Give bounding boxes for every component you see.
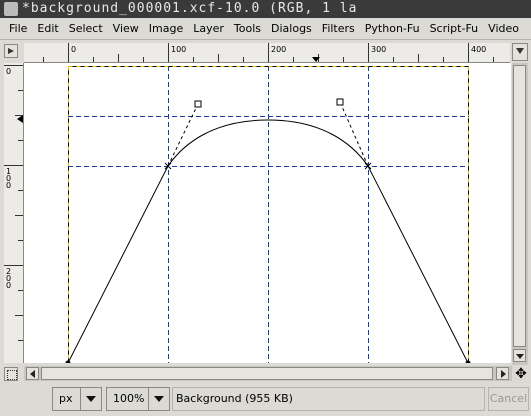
menu-image[interactable]: Image	[144, 19, 188, 39]
horizontal-scrollbar[interactable]	[24, 366, 512, 381]
scroll-down-arrow-icon[interactable]	[513, 349, 526, 362]
menu-video[interactable]: Video	[483, 19, 524, 39]
svg-text:0: 0	[6, 281, 11, 290]
vertical-ruler: 0 100 200	[4, 63, 24, 363]
menu-edit[interactable]: Edit	[32, 19, 63, 39]
hruler-label-100: 100	[171, 45, 186, 54]
hruler-label-200: 200	[271, 45, 286, 54]
unit-select[interactable]: px	[52, 387, 102, 411]
bezier-handle-right[interactable]	[336, 98, 344, 106]
hruler-label-0: 0	[71, 45, 76, 54]
canvas-drawing	[24, 63, 511, 363]
menubar: File Edit Select View Image Layer Tools …	[0, 19, 531, 40]
horizontal-ruler: 0 100 200 300 400	[24, 43, 510, 63]
statusbar: px 100% Background (955 KB) Cancel	[0, 385, 531, 416]
horizontal-scroll-thumb[interactable]	[41, 367, 493, 380]
image-menu-icon[interactable]	[512, 43, 528, 61]
vertical-scrollbar[interactable]	[512, 63, 528, 365]
scroll-left-arrow-icon[interactable]	[26, 367, 39, 380]
vruler-label-0: 0	[6, 67, 11, 76]
unit-value: px	[59, 392, 73, 405]
zoom-value: 100%	[113, 392, 145, 405]
menu-dialogs[interactable]: Dialogs	[266, 19, 317, 39]
cancel-button[interactable]: Cancel	[488, 387, 529, 411]
hruler-label-400: 400	[471, 45, 486, 54]
menu-python-fu[interactable]: Python-Fu	[360, 19, 425, 39]
menu-view[interactable]: View	[108, 19, 144, 39]
app-icon	[4, 2, 18, 16]
chevron-down-icon[interactable]	[80, 388, 101, 410]
vertical-ruler-scale: 0 100 200	[4, 65, 23, 341]
menu-tools[interactable]: Tools	[229, 19, 266, 39]
vpointer-marker	[17, 115, 23, 123]
svg-text:0: 0	[6, 181, 11, 190]
horizontal-ruler-scale: 0 100 200 300 400	[43, 43, 494, 62]
vertical-scroll-thumb[interactable]	[513, 65, 526, 347]
menu-script-fu[interactable]: Script-Fu	[425, 19, 484, 39]
navigation-icon[interactable]	[4, 44, 18, 58]
quick-mask-icon[interactable]	[4, 367, 18, 381]
chevron-down-icon[interactable]	[148, 388, 169, 410]
menu-select[interactable]: Select	[64, 19, 108, 39]
vruler-label-100: 100	[6, 167, 11, 190]
scroll-right-arrow-icon[interactable]	[496, 367, 509, 380]
window-titlebar: *background_000001.xcf-10.0 (RGB, 1 la	[0, 0, 531, 18]
zoom-select[interactable]: 100%	[106, 387, 170, 411]
pointer-coordinates	[2, 387, 48, 411]
vruler-label-200: 200	[6, 267, 11, 290]
window-title: *background_000001.xcf-10.0 (RGB, 1 la	[22, 1, 358, 16]
bezier-handle-left[interactable]	[194, 100, 202, 108]
menu-filters[interactable]: Filters	[317, 19, 360, 39]
menu-file[interactable]: File	[0, 19, 32, 39]
move-cross-icon[interactable]: ✥	[514, 367, 528, 381]
status-message: Background (955 KB)	[172, 387, 485, 411]
image-canvas[interactable]	[24, 63, 511, 363]
hruler-label-300: 300	[371, 45, 386, 54]
menu-layer[interactable]: Layer	[188, 19, 229, 39]
